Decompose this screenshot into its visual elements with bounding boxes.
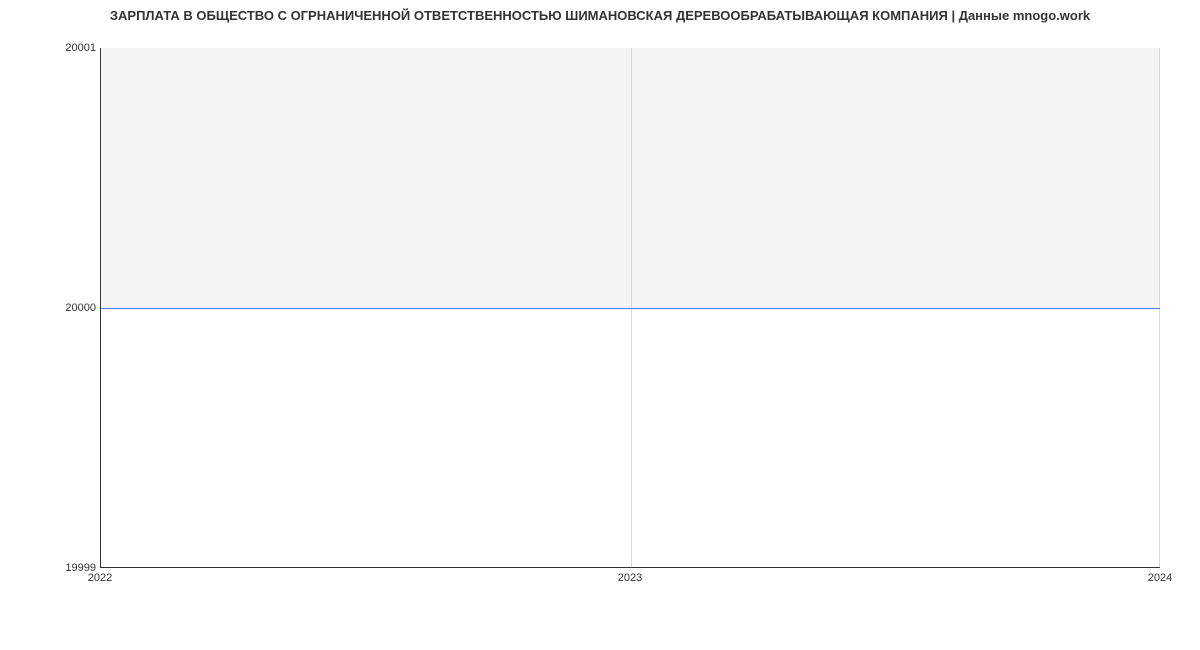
y-tick-bottom: 19999 (4, 562, 96, 574)
x-tick-2023: 2023 (618, 572, 642, 584)
plot-area (100, 48, 1160, 568)
x-tick-2024: 2024 (1148, 572, 1172, 584)
chart-title: ЗАРПЛАТА В ОБЩЕСТВО С ОГРНАНИЧЕННОЙ ОТВЕ… (0, 8, 1200, 23)
chart-container: ЗАРПЛАТА В ОБЩЕСТВО С ОГРНАНИЧЕННОЙ ОТВЕ… (0, 0, 1200, 650)
x-tick-2022: 2022 (88, 572, 112, 584)
y-tick-top: 20001 (4, 42, 96, 54)
y-tick-mid: 20000 (4, 302, 96, 314)
series-line (101, 308, 1160, 309)
